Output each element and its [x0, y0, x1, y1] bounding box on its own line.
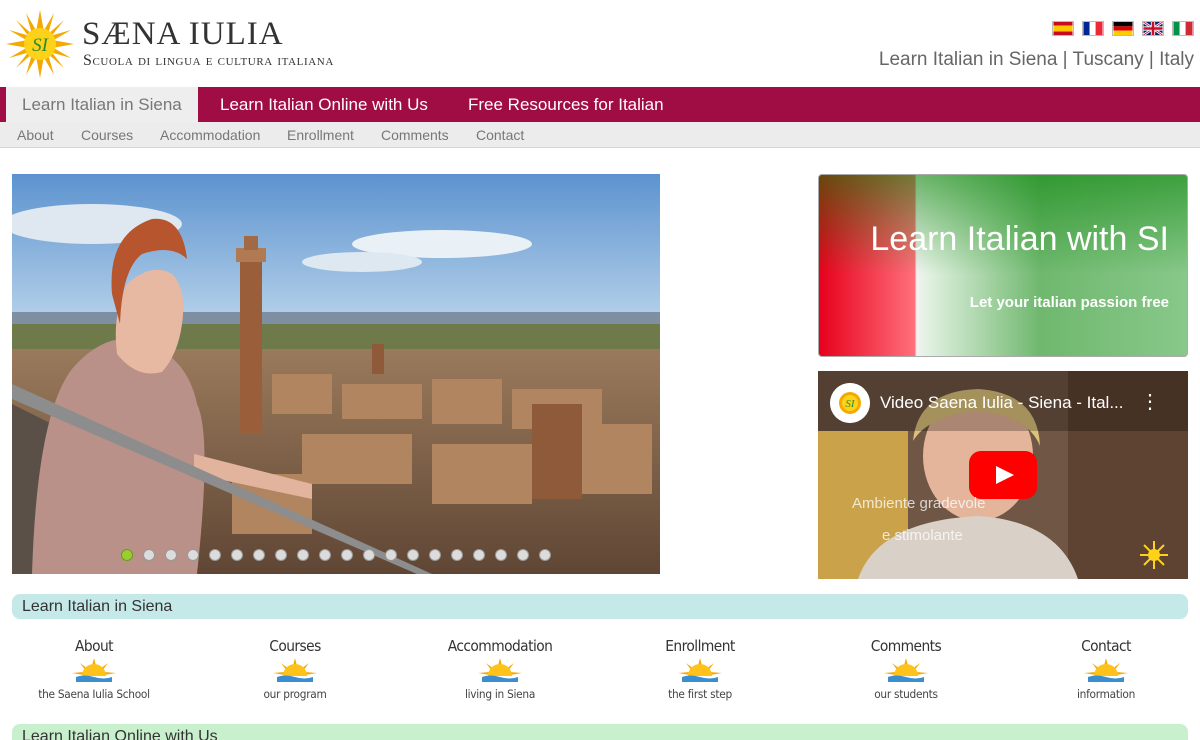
- site-subtitle: Scuola di lingua e cultura italiana: [83, 52, 334, 69]
- promo-subtitle: Let your italian passion free: [969, 294, 1169, 311]
- sun-over-sea-icon: [678, 658, 722, 682]
- link-accommodation-subtitle: living in Siena: [464, 687, 536, 701]
- promo-title: Learn Italian with SI: [870, 220, 1169, 258]
- subnav-accommodation[interactable]: Accommodation: [160, 122, 260, 148]
- site-title[interactable]: SÆNA IULIA: [82, 16, 284, 52]
- channel-logo-icon[interactable]: SI: [830, 383, 870, 423]
- italian-flag-icon[interactable]: [1172, 21, 1194, 36]
- link-contact-subtitle: information: [1076, 687, 1136, 701]
- subnav-enrollment[interactable]: Enrollment: [287, 122, 354, 148]
- link-comments[interactable]: Comments our students: [816, 634, 996, 704]
- tab-free-resources[interactable]: Free Resources for Italian: [452, 87, 680, 122]
- youtube-video-player[interactable]: SI Video Saena Iulia - Siena - Ital... ⋮…: [818, 371, 1188, 579]
- school-logo-sun-icon[interactable]: SI: [6, 10, 74, 78]
- link-accommodation[interactable]: Accommodation living in Siena: [410, 634, 590, 704]
- image-slider[interactable]: [12, 174, 660, 574]
- link-enrollment[interactable]: Enrollment the first step: [610, 634, 790, 704]
- german-flag-icon[interactable]: [1112, 21, 1134, 36]
- slider-dot[interactable]: [187, 549, 199, 561]
- slider-dot[interactable]: [429, 549, 441, 561]
- tab-learn-italian-in-siena[interactable]: Learn Italian in Siena: [6, 87, 198, 122]
- link-courses-subtitle: our program: [263, 687, 327, 701]
- link-about[interactable]: About the Saena Iulia School: [4, 634, 184, 704]
- slider-dot[interactable]: [539, 549, 551, 561]
- language-selector: [1052, 21, 1194, 36]
- slider-dot[interactable]: [209, 549, 221, 561]
- sun-over-sea-icon: [478, 658, 522, 682]
- sun-watermark-icon: [1140, 541, 1168, 569]
- link-about-subtitle: the Saena Iulia School: [38, 687, 150, 701]
- subnav-comments[interactable]: Comments: [381, 122, 449, 148]
- slider-dot[interactable]: [407, 549, 419, 561]
- link-about-title: About: [74, 637, 114, 655]
- slider-dot[interactable]: [363, 549, 375, 561]
- link-contact-title: Contact: [1081, 637, 1131, 655]
- slider-dot[interactable]: [165, 549, 177, 561]
- sun-over-sea-icon: [72, 658, 116, 682]
- subnav-contact[interactable]: Contact: [476, 122, 524, 148]
- slider-pagination: [12, 549, 660, 561]
- link-comments-subtitle: our students: [874, 687, 938, 701]
- video-caption-line-2: e stimolante: [882, 527, 963, 544]
- slider-dot[interactable]: [495, 549, 507, 561]
- link-contact[interactable]: Contact information: [1016, 634, 1196, 704]
- sun-over-sea-icon: [884, 658, 928, 682]
- slider-dot[interactable]: [385, 549, 397, 561]
- subnav-about[interactable]: About: [17, 122, 54, 148]
- channel-logo-initials: SI: [845, 398, 856, 410]
- logo-initials: SI: [32, 35, 50, 56]
- video-title[interactable]: Video Saena Iulia - Siena - Ital...: [880, 392, 1124, 414]
- main-navigation: Learn Italian in Siena Learn Italian Onl…: [0, 87, 1200, 122]
- link-accommodation-title: Accommodation: [447, 637, 553, 655]
- slider-dot[interactable]: [275, 549, 287, 561]
- sub-navigation: About Courses Accommodation Enrollment C…: [0, 122, 1200, 148]
- link-courses[interactable]: Courses our program: [205, 634, 385, 704]
- slider-dot[interactable]: [231, 549, 243, 561]
- slider-dot[interactable]: [143, 549, 155, 561]
- more-vert-icon[interactable]: ⋮: [1140, 391, 1160, 413]
- link-enrollment-subtitle: the first step: [668, 687, 732, 701]
- slider-dot[interactable]: [473, 549, 485, 561]
- tab-learn-italian-online[interactable]: Learn Italian Online with Us: [204, 87, 444, 122]
- slider-dot[interactable]: [341, 549, 353, 561]
- slider-dot[interactable]: [319, 549, 331, 561]
- slider-dot[interactable]: [517, 549, 529, 561]
- slider-dot[interactable]: [297, 549, 309, 561]
- slider-dot[interactable]: [121, 549, 133, 561]
- link-enrollment-title: Enrollment: [665, 637, 735, 655]
- play-button-icon[interactable]: [969, 451, 1037, 499]
- sun-over-sea-icon: [1084, 658, 1128, 682]
- slider-dot[interactable]: [451, 549, 463, 561]
- promo-banner[interactable]: Learn Italian with SI Let your italian p…: [818, 174, 1188, 357]
- spanish-flag-icon[interactable]: [1052, 21, 1074, 36]
- link-comments-title: Comments: [870, 637, 942, 655]
- uk-flag-icon[interactable]: [1142, 21, 1164, 36]
- section-header-online: Learn Italian Online with Us: [12, 724, 1188, 740]
- header-tagline: Learn Italian in Siena | Tuscany | Italy: [878, 49, 1194, 70]
- video-caption-line-1: Ambiente gradevole: [852, 495, 986, 512]
- subnav-courses[interactable]: Courses: [81, 122, 133, 148]
- slide-siena-photo: [12, 174, 660, 574]
- slider-dot[interactable]: [253, 549, 265, 561]
- french-flag-icon[interactable]: [1082, 21, 1104, 36]
- sun-over-sea-icon: [273, 658, 317, 682]
- link-courses-title: Courses: [269, 637, 321, 655]
- section-header-siena: Learn Italian in Siena: [12, 594, 1188, 619]
